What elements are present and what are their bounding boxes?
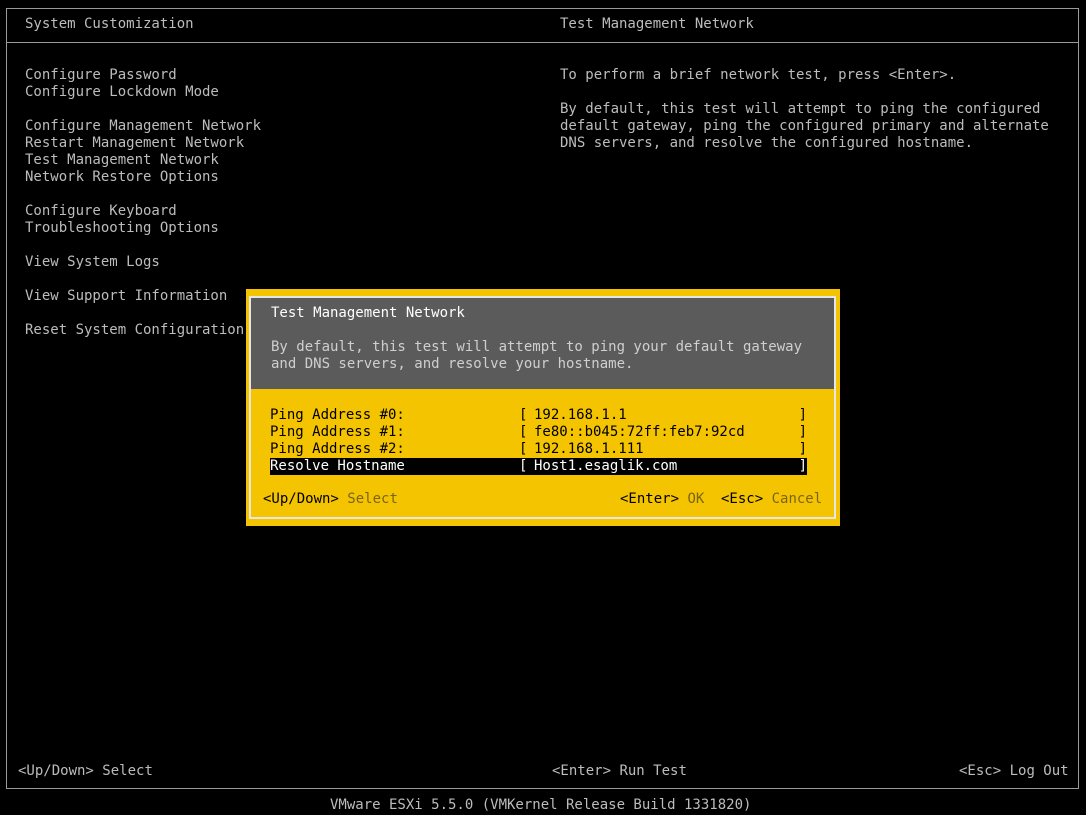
run-test-button[interactable]: <Enter> Run Test — [552, 763, 687, 780]
item-description: To perform a brief network test, press <… — [560, 67, 1049, 152]
version-status-bar: VMware ESXi 5.5.0 (VMKernel Release Buil… — [330, 797, 752, 813]
field-label: Ping Address #1: — [270, 424, 405, 440]
ping-address-2-input[interactable]: 192.168.1.111 — [534, 441, 644, 458]
field-label: Resolve Hostname — [270, 458, 405, 474]
header-divider — [6, 42, 1079, 43]
ok-button[interactable]: <Enter> OK — [620, 491, 704, 508]
dialog-description: By default, this test will attempt to pi… — [271, 339, 802, 373]
log-out-button[interactable]: <Esc> Log Out — [959, 763, 1069, 780]
menu-item-configure-keyboard[interactable]: Configure Keyboard — [25, 203, 261, 220]
field-label: Ping Address #2: — [270, 441, 405, 457]
description-line: default gateway, ping the configured pri… — [560, 118, 1049, 134]
description-line: To perform a brief network test, press <… — [560, 67, 957, 83]
esc-key: <Esc> — [721, 491, 764, 507]
ping-address-2-row[interactable]: Ping Address #2: [ 192.168.1.111 ] — [270, 441, 807, 458]
description-line: DNS servers, and resolve the configured … — [560, 135, 974, 151]
dialog-select-hint: <Up/Down> Select — [263, 491, 398, 508]
panel-title-left: System Customization — [25, 16, 194, 32]
menu-item-view-system-logs[interactable]: View System Logs — [25, 254, 261, 271]
select-action: Select — [347, 491, 398, 507]
menu-item-test-management-network[interactable]: Test Management Network — [25, 152, 261, 169]
resolve-hostname-row[interactable]: Resolve Hostname [ Host1.esaglik.com ] — [270, 458, 807, 475]
cancel-action: Cancel — [771, 491, 823, 507]
description-line: By default, this test will attempt to pi… — [560, 101, 1041, 117]
enter-key: <Enter> — [620, 491, 680, 507]
menu-item-troubleshooting-options[interactable]: Troubleshooting Options — [25, 220, 261, 237]
ping-address-0-input[interactable]: 192.168.1.1 — [534, 407, 627, 424]
panel-title-right: Test Management Network — [560, 16, 754, 32]
menu-item-configure-password[interactable]: Configure Password — [25, 67, 261, 84]
dialog-description-line: and DNS servers, and resolve your hostna… — [271, 356, 634, 372]
menu-item-configure-management-network[interactable]: Configure Management Network — [25, 118, 261, 135]
field-label: Ping Address #0: — [270, 407, 405, 423]
menu-item-configure-lockdown-mode[interactable]: Configure Lockdown Mode — [25, 84, 261, 101]
menu-item-restart-management-network[interactable]: Restart Management Network — [25, 135, 261, 152]
test-network-dialog: Test Management Network By default, this… — [246, 289, 840, 526]
system-customization-menu: Configure Password Configure Lockdown Mo… — [25, 67, 261, 339]
ok-action: OK — [687, 491, 705, 507]
ping-address-1-input[interactable]: fe80::b045:72ff:feb7:92cd — [534, 424, 745, 441]
resolve-hostname-input[interactable]: Host1.esaglik.com — [534, 458, 677, 475]
dialog-description-line: By default, this test will attempt to pi… — [271, 339, 803, 355]
cancel-button[interactable]: <Esc> Cancel — [721, 491, 822, 508]
menu-item-reset-system-configuration[interactable]: Reset System Configuration — [25, 322, 261, 339]
dialog-title: Test Management Network — [271, 305, 465, 321]
menu-item-network-restore-options[interactable]: Network Restore Options — [25, 169, 261, 186]
footer-select-hint: <Up/Down> Select — [18, 763, 153, 779]
ping-address-0-row[interactable]: Ping Address #0: [ 192.168.1.1 ] — [270, 407, 807, 424]
menu-item-view-support-information[interactable]: View Support Information — [25, 288, 261, 305]
updown-key: <Up/Down> — [263, 491, 339, 507]
ping-address-1-row[interactable]: Ping Address #1: [ fe80::b045:72ff:feb7:… — [270, 424, 807, 441]
